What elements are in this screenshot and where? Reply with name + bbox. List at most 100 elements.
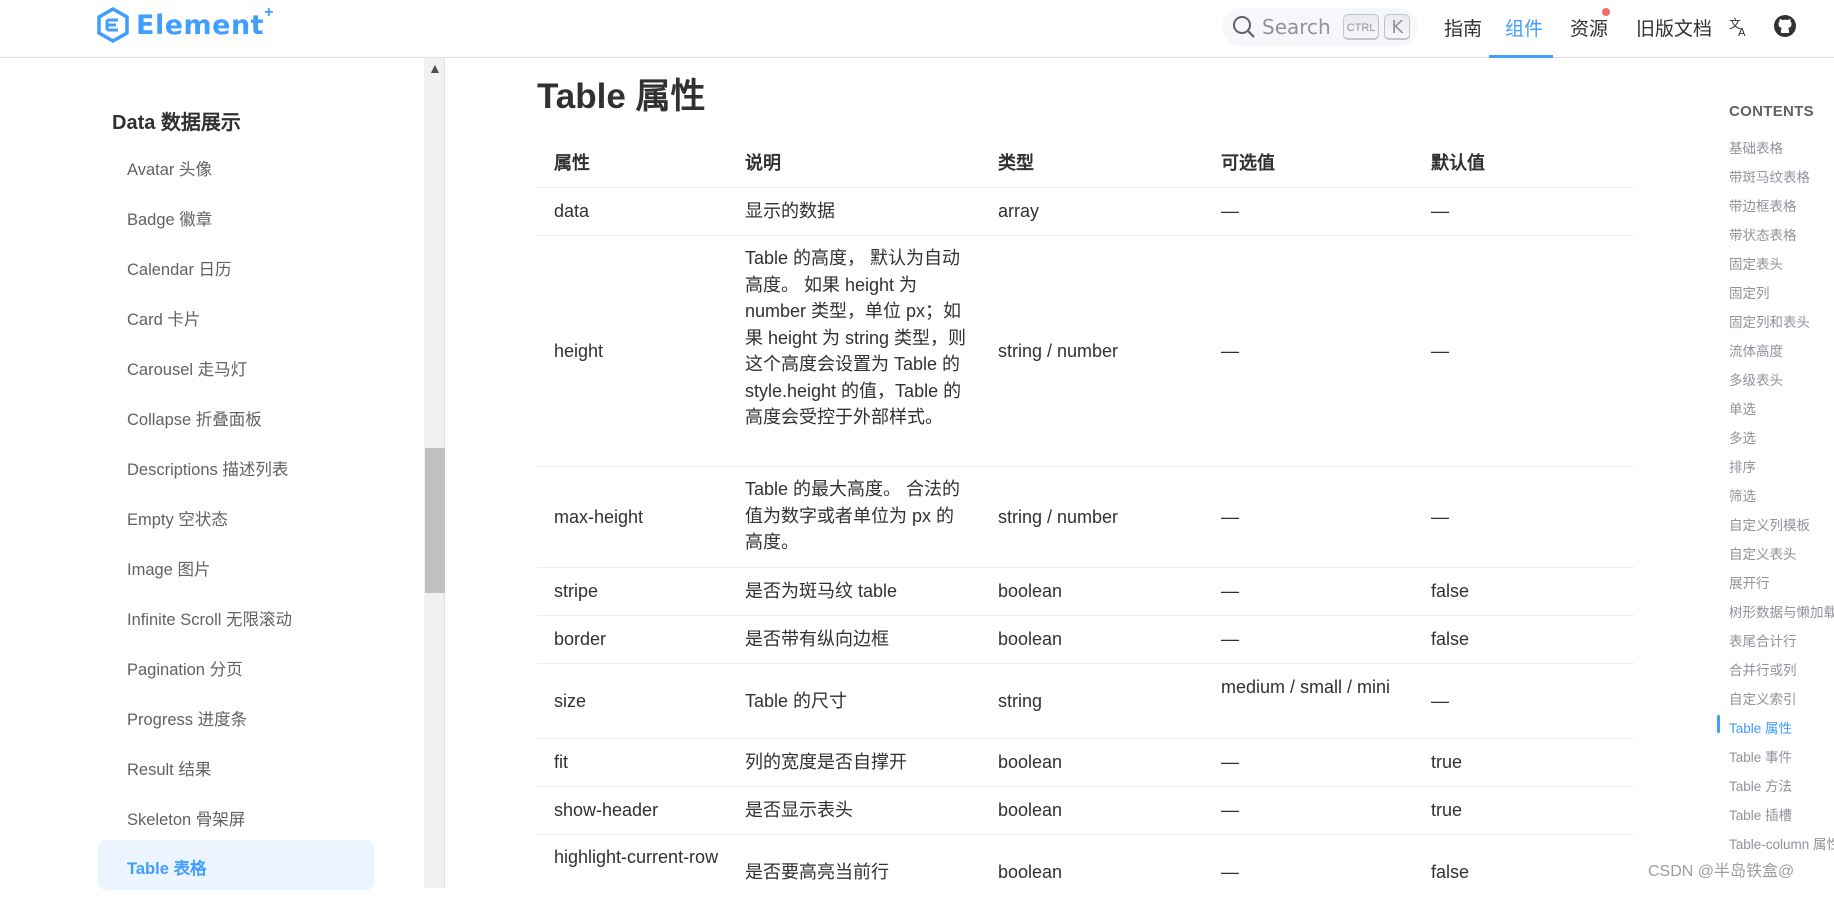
- header-cell-options: 可选值: [1221, 153, 1275, 173]
- toc-item[interactable]: 排序: [1729, 456, 1756, 476]
- sidebar-item-calendar[interactable]: Calendar 日历: [127, 256, 232, 280]
- ctrl-key-badge: CTRL: [1342, 14, 1380, 40]
- sidebar-item-image[interactable]: Image 图片: [127, 556, 210, 580]
- toc-item[interactable]: 展开行: [1729, 572, 1770, 592]
- toc-item[interactable]: 合并行或列: [1729, 659, 1797, 679]
- sidebar-scrollbar-thumb[interactable]: [425, 448, 445, 593]
- sidebar-item-badge[interactable]: Badge 徽章: [127, 206, 212, 230]
- active-nav-underline: [1489, 55, 1553, 58]
- element-plus-logo[interactable]: Element +: [96, 4, 273, 43]
- github-icon[interactable]: [1773, 14, 1797, 38]
- sidebar-item-collapse[interactable]: Collapse 折叠面板: [127, 406, 262, 430]
- sidebar-item-empty[interactable]: Empty 空状态: [127, 506, 228, 530]
- sidebar-item-table[interactable]: Table 表格: [127, 855, 206, 879]
- cell-options: —: [1221, 341, 1239, 361]
- cell-options: —: [1221, 752, 1239, 772]
- toc-item[interactable]: Table-column 属性: [1729, 833, 1834, 853]
- toc-item[interactable]: Table 插槽: [1729, 804, 1792, 824]
- cell-type: boolean: [998, 800, 1063, 820]
- table-row: highlight-current-row 是否要高亮当前行 boolean —…: [537, 835, 1634, 910]
- toc-item[interactable]: Table 事件: [1729, 746, 1792, 766]
- sidebar: Data 数据展示 Avatar 头像 Badge 徽章 Calendar 日历…: [0, 58, 445, 890]
- search-button[interactable]: Search CTRL K: [1222, 8, 1418, 46]
- nav-resource[interactable]: 资源: [1570, 14, 1608, 41]
- table-row: height Table 的高度， 默认为自动高度。 如果 height 为 n…: [537, 236, 1634, 467]
- toc-item[interactable]: 带斑马纹表格: [1729, 166, 1810, 186]
- cell-type: boolean: [998, 752, 1063, 772]
- cell-options: —: [1221, 629, 1239, 649]
- cell-options: —: [1221, 507, 1239, 527]
- toc-item[interactable]: 基础表格: [1729, 137, 1783, 157]
- translate-icon[interactable]: 文 A: [1728, 15, 1750, 37]
- nav-legacy-docs[interactable]: 旧版文档: [1636, 14, 1712, 41]
- sidebar-item-infinite-scroll[interactable]: Infinite Scroll 无限滚动: [127, 606, 292, 630]
- table-row: max-height Table 的最大高度。 合法的值为数字或者单位为 px …: [537, 467, 1634, 568]
- table-row: show-header 是否显示表头 boolean — true: [537, 787, 1634, 835]
- toc-item[interactable]: 筛选: [1729, 485, 1756, 505]
- sidebar-item-card[interactable]: Card 卡片: [127, 306, 200, 330]
- toc-item[interactable]: 表尾合计行: [1729, 630, 1797, 650]
- toc-item[interactable]: 固定列和表头: [1729, 311, 1810, 331]
- top-header: Element + Search CTRL K 指南 组件 资源 旧版文档 文 …: [0, 0, 1834, 58]
- cell-default: —: [1431, 691, 1449, 711]
- table-row: fit 列的宽度是否自撑开 boolean — true: [537, 739, 1634, 787]
- cell-attribute: data: [554, 201, 590, 221]
- k-key-badge: K: [1384, 14, 1411, 40]
- header-cell-description: 说明: [745, 153, 781, 173]
- toc-item[interactable]: Table 方法: [1729, 775, 1792, 795]
- attributes-table: 属性 说明 类型 可选值 默认值 data 显示的数据 array — — he…: [537, 140, 1634, 910]
- cell-attribute: stripe: [554, 581, 599, 601]
- cell-attribute: fit: [554, 752, 569, 772]
- table-row: stripe 是否为斑马纹 table boolean — false: [537, 568, 1634, 616]
- toc-item[interactable]: 单选: [1729, 398, 1756, 418]
- cell-attribute: height: [554, 341, 604, 361]
- nav-guide[interactable]: 指南: [1444, 14, 1482, 41]
- sidebar-item-descriptions[interactable]: Descriptions 描述列表: [127, 456, 288, 480]
- cell-description: 是否显示表头: [745, 800, 853, 820]
- sidebar-item-result[interactable]: Result 结果: [127, 756, 211, 780]
- cell-description: Table 的尺寸: [745, 691, 848, 711]
- toc-item-active[interactable]: Table 属性: [1729, 717, 1792, 737]
- notification-dot: [1602, 8, 1610, 16]
- cell-options: —: [1221, 201, 1239, 221]
- cell-default: true: [1431, 752, 1463, 772]
- cell-options: —: [1221, 581, 1239, 601]
- cell-options: —: [1221, 862, 1239, 882]
- toc-item[interactable]: 固定列: [1729, 282, 1770, 302]
- cell-options: —: [1221, 800, 1239, 820]
- sidebar-group-title: Data 数据展示: [112, 112, 241, 134]
- cell-options: medium / small / mini: [1221, 677, 1391, 697]
- cell-default: false: [1431, 862, 1470, 882]
- search-icon: [1233, 16, 1255, 38]
- cell-type: boolean: [998, 862, 1063, 882]
- table-header-row: 属性 说明 类型 可选值 默认值: [537, 140, 1634, 188]
- sidebar-item-avatar[interactable]: Avatar 头像: [127, 156, 212, 180]
- sidebar-item-carousel[interactable]: Carousel 走马灯: [127, 356, 247, 380]
- toc-title: CONTENTS: [1729, 103, 1814, 120]
- sidebar-item-skeleton[interactable]: Skeleton 骨架屏: [127, 806, 245, 830]
- toc-item[interactable]: 多级表头: [1729, 369, 1783, 389]
- cell-description: Table 的最大高度。 合法的值为数字或者单位为 px 的高度。: [745, 479, 961, 552]
- toc-item[interactable]: 多选: [1729, 427, 1756, 447]
- toc-item[interactable]: 固定表头: [1729, 253, 1783, 273]
- scroll-up-arrow-icon[interactable]: ▲: [428, 60, 442, 76]
- toc-item[interactable]: 流体高度: [1729, 340, 1783, 360]
- toc-item[interactable]: 自定义索引: [1729, 688, 1797, 708]
- cell-attribute: max-height: [554, 507, 644, 527]
- cell-attribute: size: [554, 691, 587, 711]
- toc-item[interactable]: 树形数据与懒加载: [1729, 601, 1834, 621]
- nav-component[interactable]: 组件: [1505, 14, 1543, 41]
- hexagon-logo-icon: [97, 7, 129, 43]
- toc-item[interactable]: 自定义列模板: [1729, 514, 1810, 534]
- cell-default: false: [1431, 581, 1470, 601]
- svg-text:A: A: [1738, 26, 1746, 37]
- sidebar-item-pagination[interactable]: Pagination 分页: [127, 656, 243, 680]
- table-row: size Table 的尺寸 string medium / small / m…: [537, 664, 1634, 739]
- toc-item[interactable]: 带状态表格: [1729, 224, 1797, 244]
- cell-type: string / number: [998, 507, 1119, 527]
- toc-active-marker: [1717, 715, 1720, 733]
- sidebar-item-progress[interactable]: Progress 进度条: [127, 706, 247, 730]
- cell-type: boolean: [998, 629, 1063, 649]
- toc-item[interactable]: 自定义表头: [1729, 543, 1797, 563]
- toc-item[interactable]: 带边框表格: [1729, 195, 1797, 215]
